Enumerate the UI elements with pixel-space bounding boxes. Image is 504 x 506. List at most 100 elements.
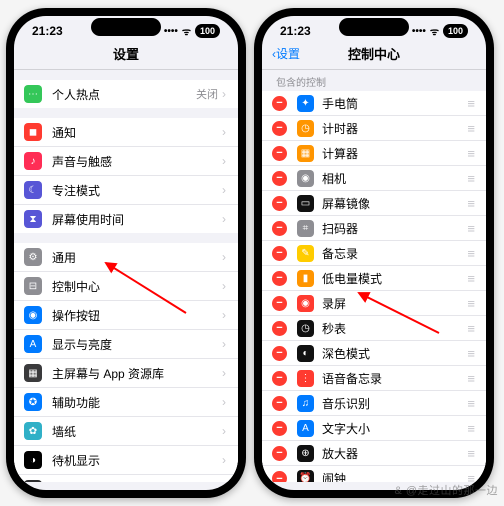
control-row-text-size[interactable]: A 文字大小≡ — [262, 416, 486, 441]
drag-handle-icon[interactable]: ≡ — [467, 471, 474, 482]
settings-row-screentime[interactable]: ⧗屏幕使用时间› — [14, 205, 238, 233]
remove-button[interactable] — [272, 321, 287, 336]
nav-header: ‹ 设置 控制中心 — [262, 42, 486, 70]
phone-left: 21:23 •••• ᯤ 100 设置 ⋯个人热点关闭›◼通知›♪声音与触感›☾… — [6, 8, 246, 498]
remove-button[interactable] — [272, 471, 287, 482]
remove-button[interactable] — [272, 246, 287, 261]
settings-row-siri[interactable]: ●Siri 与搜索› — [14, 475, 238, 482]
drag-handle-icon[interactable]: ≡ — [467, 171, 474, 186]
settings-row-action-button[interactable]: ◉操作按钮› — [14, 301, 238, 330]
remove-button[interactable] — [272, 421, 287, 436]
drag-handle-icon[interactable]: ≡ — [467, 371, 474, 386]
settings-row-hotspot[interactable]: ⋯个人热点关闭› — [14, 80, 238, 108]
drag-handle-icon[interactable]: ≡ — [467, 321, 474, 336]
drag-handle-icon[interactable]: ≡ — [467, 296, 474, 311]
chevron-right-icon: › — [222, 154, 226, 168]
remove-button[interactable] — [272, 196, 287, 211]
remove-button[interactable] — [272, 296, 287, 311]
signal-icon: •••• — [412, 26, 426, 37]
status-time: 21:23 — [32, 24, 63, 38]
nav-back-button[interactable]: ‹ 设置 — [272, 45, 300, 62]
drag-handle-icon[interactable]: ≡ — [467, 146, 474, 161]
magnifier-icon: ⊕ — [297, 445, 314, 462]
control-row-code-scanner[interactable]: ⌗扫码器≡ — [262, 216, 486, 241]
remove-button[interactable] — [272, 371, 287, 386]
drag-handle-icon[interactable]: ≡ — [467, 446, 474, 461]
settings-row-wallpaper[interactable]: ✿墙纸› — [14, 417, 238, 446]
control-row-stopwatch[interactable]: ◷秒表≡ — [262, 316, 486, 341]
drag-handle-icon[interactable]: ≡ — [467, 396, 474, 411]
control-row-flashlight[interactable]: ✦手电筒≡ — [262, 91, 486, 116]
chevron-right-icon: › — [222, 453, 226, 467]
nav-header: 设置 — [14, 42, 238, 70]
control-row-dark-mode[interactable]: ◐深色模式≡ — [262, 341, 486, 366]
standby-icon: ◑ — [24, 451, 42, 469]
settings-row-display[interactable]: A显示与亮度› — [14, 330, 238, 359]
control-row-music-recog[interactable]: ♫音乐识别≡ — [262, 391, 486, 416]
drag-handle-icon[interactable]: ≡ — [467, 221, 474, 236]
chevron-right-icon: › — [222, 125, 226, 139]
dynamic-island — [91, 18, 161, 36]
drag-handle-icon[interactable]: ≡ — [467, 196, 474, 211]
row-label: 低电量模式 — [322, 270, 467, 287]
settings-row-sound[interactable]: ♪声音与触感› — [14, 147, 238, 176]
drag-handle-icon[interactable]: ≡ — [467, 246, 474, 261]
wifi-icon: ᯤ — [182, 24, 191, 38]
control-row-reminders[interactable]: ✎备忘录≡ — [262, 241, 486, 266]
remove-button[interactable] — [272, 271, 287, 286]
row-label: 墙纸 — [52, 423, 222, 440]
control-row-screen-mirror[interactable]: ▭ 屏幕镜像≡ — [262, 191, 486, 216]
row-label: 操作按钮 — [52, 307, 222, 324]
control-row-screen-record[interactable]: ◉录屏≡ — [262, 291, 486, 316]
drag-handle-icon[interactable]: ≡ — [467, 346, 474, 361]
section-header-included: 包含的控制 — [262, 70, 486, 91]
row-label: 屏幕镜像 — [322, 195, 467, 212]
control-row-calculator[interactable]: ▦计算器≡ — [262, 141, 486, 166]
remove-button[interactable] — [272, 171, 287, 186]
accessibility-icon: ✪ — [24, 393, 42, 411]
settings-list[interactable]: ⋯个人热点关闭›◼通知›♪声音与触感›☾专注模式›⧗屏幕使用时间›⚙通用›⊟控制… — [14, 70, 238, 482]
settings-row-focus[interactable]: ☾专注模式› — [14, 176, 238, 205]
settings-row-control-center[interactable]: ⊟控制中心› — [14, 272, 238, 301]
settings-row-home-screen[interactable]: ▦主屏幕与 App 资源库› — [14, 359, 238, 388]
settings-row-standby[interactable]: ◑ 待机显示› — [14, 446, 238, 475]
control-row-timer[interactable]: ◷计时器≡ — [262, 116, 486, 141]
remove-button[interactable] — [272, 446, 287, 461]
row-label: 屏幕使用时间 — [52, 211, 222, 228]
drag-handle-icon[interactable]: ≡ — [467, 421, 474, 436]
row-label: 专注模式 — [52, 182, 222, 199]
remove-button[interactable] — [272, 221, 287, 236]
screen-mirror-icon: ▭ — [297, 195, 314, 212]
remove-button[interactable] — [272, 96, 287, 111]
control-row-voice-memos[interactable]: ⋮语音备忘录≡ — [262, 366, 486, 391]
row-label: 待机显示 — [52, 452, 222, 469]
row-label: 手电筒 — [322, 95, 467, 112]
chevron-right-icon: › — [222, 395, 226, 409]
hotspot-icon: ⋯ — [24, 85, 42, 103]
settings-row-accessibility[interactable]: ✪辅助功能› — [14, 388, 238, 417]
drag-handle-icon[interactable]: ≡ — [467, 96, 474, 111]
row-label: 通知 — [52, 124, 222, 141]
timer-icon: ◷ — [297, 120, 314, 137]
control-row-magnifier[interactable]: ⊕放大器≡ — [262, 441, 486, 466]
row-label: 文字大小 — [322, 420, 467, 437]
settings-row-general[interactable]: ⚙通用› — [14, 243, 238, 272]
chevron-right-icon: › — [222, 250, 226, 264]
remove-button[interactable] — [272, 146, 287, 161]
control-row-camera[interactable]: ◉相机≡ — [262, 166, 486, 191]
drag-handle-icon[interactable]: ≡ — [467, 121, 474, 136]
nav-back-label: 设置 — [276, 45, 300, 62]
remove-button[interactable] — [272, 396, 287, 411]
remove-button[interactable] — [272, 121, 287, 136]
control-center-list[interactable]: 包含的控制✦手电筒≡◷计时器≡▦计算器≡◉相机≡▭屏幕镜像≡⌗扫码器≡✎备忘录≡… — [262, 70, 486, 482]
reminders-icon: ✎ — [297, 245, 314, 262]
settings-row-notifications[interactable]: ◼通知› — [14, 118, 238, 147]
control-row-alarm[interactable]: ⏰闹钟≡ — [262, 466, 486, 482]
screen-record-icon: ◉ — [297, 295, 314, 312]
remove-button[interactable] — [272, 346, 287, 361]
row-label: 通用 — [52, 249, 222, 266]
drag-handle-icon[interactable]: ≡ — [467, 271, 474, 286]
screentime-icon: ⧗ — [24, 210, 42, 228]
control-row-low-power[interactable]: ▮低电量模式≡ — [262, 266, 486, 291]
text-size-icon: A — [297, 420, 314, 437]
